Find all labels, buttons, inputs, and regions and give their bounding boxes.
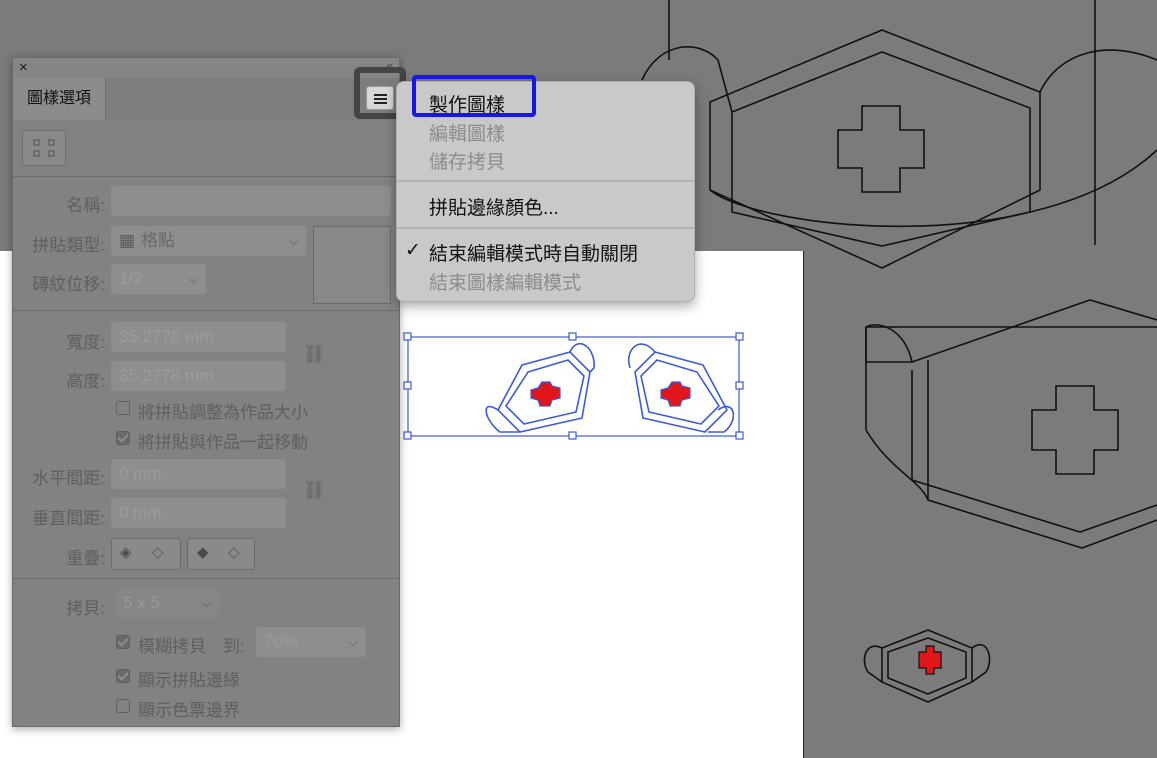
panel-menu-button[interactable]	[366, 86, 394, 110]
name-field[interactable]	[111, 186, 391, 216]
chevron-down-icon: ⌵	[348, 635, 358, 649]
overlap-horizontal-group: ◈ ◇	[111, 538, 181, 570]
dim-copies-checkbox[interactable]	[116, 635, 130, 649]
mask-outline-top	[709, 29, 1041, 269]
pattern-artwork	[485, 343, 735, 433]
height-input[interactable]: 35.2778 mm	[111, 361, 286, 391]
move-tile-label: 將拼貼與作品一起移動	[138, 433, 308, 452]
width-input[interactable]: 35.2778 mm	[111, 322, 286, 352]
tile-preview	[313, 226, 391, 304]
dim-copies-to-label: 到:	[223, 637, 245, 656]
menu-icon	[374, 94, 387, 96]
mask-cross-top	[837, 105, 925, 193]
show-swatch-bounds-label: 顯示色票邊界	[138, 701, 240, 720]
chevron-down-icon: ⌵	[201, 596, 211, 610]
h-spacing-label: 水平間距:	[32, 469, 105, 488]
h-spacing-input[interactable]: 0 mm	[111, 459, 286, 489]
checkmark-icon: ✓	[405, 240, 421, 261]
close-icon[interactable]: ×	[19, 59, 28, 77]
copies-label: 拷貝:	[66, 599, 105, 618]
tile-type-select[interactable]: ▦ 格點 ⌵	[111, 226, 306, 256]
divider	[13, 578, 399, 579]
v-spacing-label: 垂直間距:	[32, 509, 105, 528]
tab-pattern-options[interactable]: 圖樣選項	[13, 78, 106, 120]
left-in-front-icon[interactable]: ◈	[120, 543, 132, 561]
show-swatch-bounds-checkbox[interactable]	[116, 699, 130, 713]
highlight-box	[412, 75, 536, 117]
overlap-label: 重疊:	[66, 549, 105, 568]
mask-cross-small	[918, 645, 942, 675]
show-tile-edge-checkbox[interactable]	[116, 669, 130, 683]
tile-tool-icon	[33, 139, 55, 157]
dim-copies-select[interactable]: 70% ⌵	[256, 627, 366, 657]
divider	[13, 176, 399, 177]
pattern-options-panel: × « 圖樣選項 名稱: 拼貼類型: ▦ 格點 ⌵ 磚紋位移: 1/2 ⌵ 寬度:…	[12, 57, 400, 727]
chevron-down-icon: ⌵	[288, 234, 298, 248]
menu-item-tile-edge-color[interactable]: 拼貼邊緣顏色...	[429, 193, 559, 220]
brick-offset-label: 磚紋位移:	[32, 275, 105, 294]
pattern-cross-left	[530, 381, 561, 407]
resize-tile-checkbox[interactable]	[116, 401, 130, 415]
menu-item-auto-close[interactable]: 結束編輯模式時自動關閉	[429, 239, 638, 266]
panel-title-bar: × «	[13, 58, 399, 78]
show-tile-edge-label: 顯示拼貼邊緣	[138, 671, 240, 690]
v-spacing-input[interactable]: 0 mm	[111, 498, 286, 528]
mask-cross-middle	[1031, 385, 1119, 475]
link-spacing-icon[interactable]: ⛓	[303, 480, 326, 501]
pattern-cross-right	[660, 381, 691, 407]
menu-item-save-copy[interactable]: 儲存拷貝	[429, 147, 505, 174]
copies-select[interactable]: 5 x 5 ⌵	[115, 588, 219, 618]
height-label: 高度:	[66, 372, 105, 391]
selection-bounding-box	[403, 332, 744, 440]
chevron-down-icon: ⌵	[188, 272, 198, 286]
dim-copies-label: 模糊拷貝	[138, 637, 206, 656]
menu-item-edit-pattern[interactable]: 編輯圖樣	[429, 119, 505, 146]
brick-offset-select[interactable]: 1/2 ⌵	[111, 264, 206, 294]
width-label: 寬度:	[66, 333, 105, 352]
link-proportions-icon[interactable]: ⛓	[303, 344, 326, 365]
panel-tab-bar: 圖樣選項	[13, 78, 399, 120]
menu-separator	[397, 227, 694, 229]
tile-type-label: 拼貼類型:	[32, 236, 105, 255]
top-in-front-icon[interactable]: ◆	[197, 543, 209, 561]
resize-tile-label: 將拼貼調整為作品大小	[138, 403, 308, 422]
pattern-tile-tool-button[interactable]	[22, 130, 66, 166]
menu-item-exit-pattern-edit[interactable]: 結束圖樣編輯模式	[429, 268, 581, 295]
divider	[13, 310, 399, 311]
move-tile-checkbox[interactable]	[116, 431, 130, 445]
overlap-vertical-group: ◆ ◇	[187, 538, 255, 570]
right-in-front-icon[interactable]: ◇	[152, 543, 164, 561]
name-label: 名稱:	[66, 196, 105, 215]
menu-separator	[397, 180, 694, 182]
bottom-in-front-icon[interactable]: ◇	[228, 543, 240, 561]
grid-icon: ▦	[119, 231, 136, 250]
